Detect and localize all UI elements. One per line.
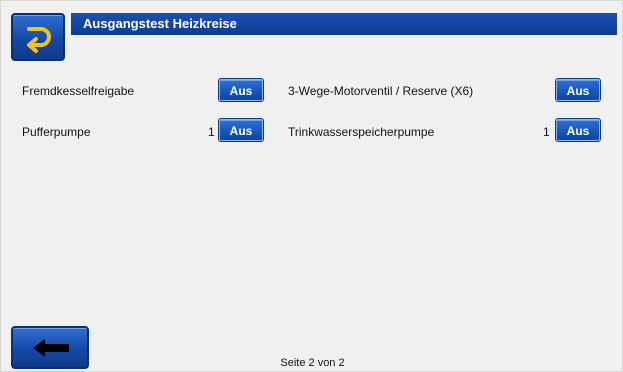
- pufferpumpe-aus-button[interactable]: Aus: [218, 118, 264, 142]
- fremdkesselfreigabe-aus-button[interactable]: Aus: [218, 78, 264, 102]
- left-arrow-icon: [33, 339, 69, 357]
- output-label-pufferpumpe: Pufferpumpe: [22, 125, 91, 139]
- trinkwasserspeicherpumpe-aus-button[interactable]: Aus: [555, 118, 601, 142]
- page-title: Ausgangstest Heizkreise: [71, 13, 617, 35]
- 3-wege-motorventil-aus-button[interactable]: Aus: [555, 78, 601, 102]
- output-label-3-wege-motorventil: 3-Wege-Motorventil / Reserve (X6): [288, 84, 474, 98]
- output-value-pufferpumpe: 1: [208, 125, 215, 139]
- output-label-fremdkesselfreigabe: Fremdkesselfreigabe: [22, 84, 135, 98]
- page-indicator: Seite 2 von 2: [280, 357, 345, 369]
- return-arrow-icon: [27, 27, 51, 53]
- screen: Ausgangstest Heizkreise Fremdkesselfreig…: [0, 0, 623, 372]
- return-button[interactable]: [11, 13, 65, 61]
- output-label-trinkwasserspeicherpumpe: Trinkwasserspeicherpumpe: [288, 125, 435, 139]
- output-value-trinkwasserspeicherpumpe: 1: [543, 125, 550, 139]
